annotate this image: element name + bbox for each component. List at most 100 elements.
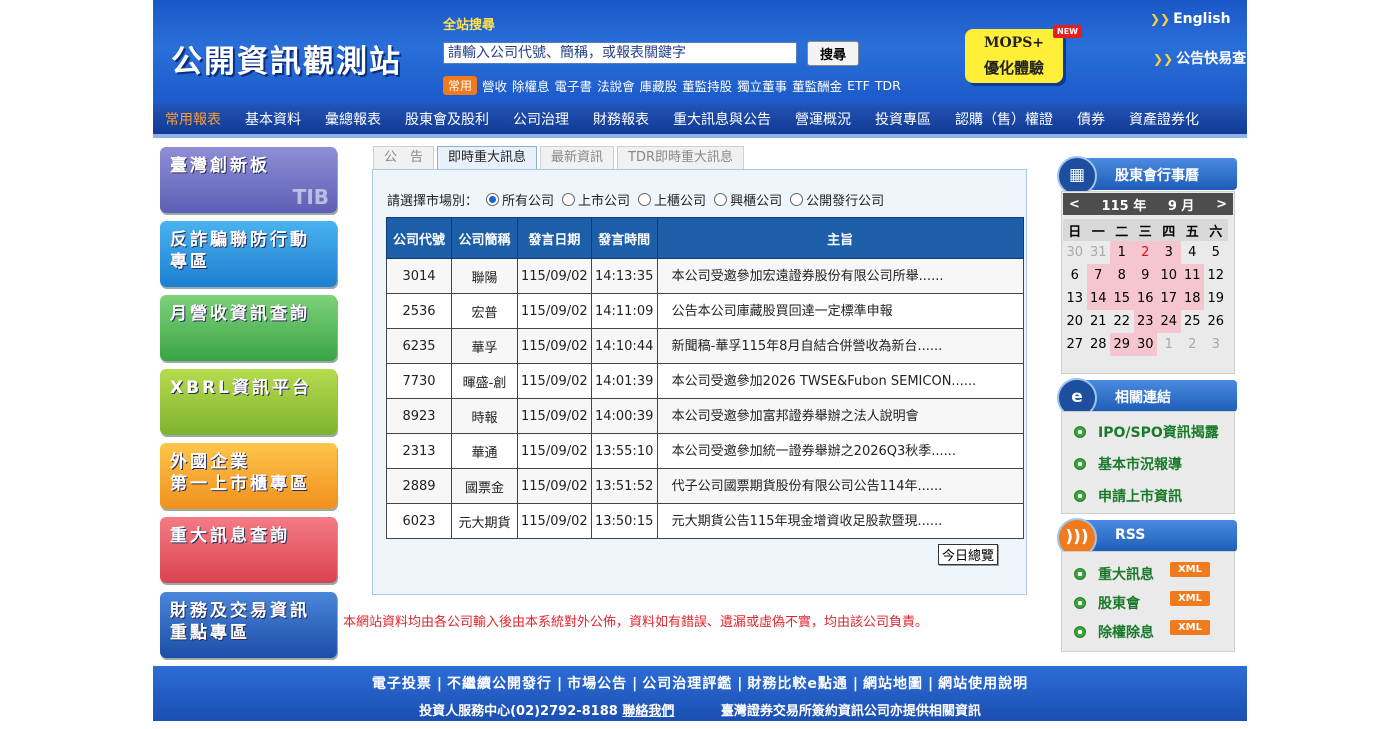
nav-item-10[interactable]: 債券 xyxy=(1065,109,1117,129)
news-subject-link[interactable]: 新聞稿-華孚115年8月自結合併營收為新台...... xyxy=(656,328,1024,364)
calendar-day[interactable]: 3 xyxy=(1157,241,1181,264)
quick-link-7[interactable]: 董監酬金 xyxy=(792,76,842,95)
related-link-0[interactable]: IPO/SPO資訊揭露 xyxy=(1074,422,1219,442)
calendar-day[interactable]: 30 xyxy=(1133,333,1157,356)
market-radio-1[interactable] xyxy=(562,193,576,206)
quick-link-6[interactable]: 獨立董事 xyxy=(737,76,787,95)
banner-3[interactable]: XBRL資訊平台 xyxy=(160,369,337,435)
table-row[interactable]: 2536 宏普 115/09/02 14:11:09 公告本公司庫藏股買回達一定標準申報 xyxy=(386,293,1024,329)
banner-6[interactable]: 財務及交易資訊 重點專區 xyxy=(160,592,337,658)
search-input[interactable] xyxy=(443,42,797,64)
nav-item-1[interactable]: 基本資料 xyxy=(233,109,313,129)
calendar-day[interactable]: 7 xyxy=(1086,264,1110,287)
quick-announce-link[interactable]: ❯❯ 公告快易查 xyxy=(1153,48,1246,68)
rss-link-2[interactable]: 除權除息 xyxy=(1074,622,1154,642)
table-row[interactable]: 6235 華孚 115/09/02 14:10:44 新聞稿-華孚115年8月自結合併營… xyxy=(386,328,1024,364)
xml-feed-button[interactable]: XML xyxy=(1170,620,1210,635)
quick-link-4[interactable]: 庫藏股 xyxy=(640,76,678,95)
quick-link-2[interactable]: 電子書 xyxy=(555,76,593,95)
quick-link-1[interactable]: 除權息 xyxy=(512,76,550,95)
news-subject-link[interactable]: 元大期貨公告115年現金增資收足股款暨現...... xyxy=(656,503,1024,539)
banner-1[interactable]: 反詐騙聯防行動 專區 xyxy=(160,221,337,287)
nav-item-3[interactable]: 股東會及股利 xyxy=(393,109,501,129)
banner-4[interactable]: 外國企業 第一上市櫃專區 xyxy=(160,443,337,509)
banner-2[interactable]: 月營收資訊查詢 xyxy=(160,295,337,361)
mops-plus-button[interactable]: MOPS+ 優化體驗 NEW xyxy=(965,25,1082,83)
calendar-day[interactable]: 1 xyxy=(1110,241,1134,264)
market-radio-2[interactable] xyxy=(638,193,652,206)
nav-item-4[interactable]: 公司治理 xyxy=(501,109,581,129)
news-subject-link[interactable]: 本公司受邀參加2026 TWSE&Fubon SEMICON...... xyxy=(656,363,1024,399)
footer-link-5[interactable]: 網站地圖 xyxy=(863,676,923,692)
footer-link-2[interactable]: 市場公告 xyxy=(567,676,627,692)
calendar-day[interactable]: 16 xyxy=(1133,287,1157,310)
table-cell: 聯陽 xyxy=(451,258,518,294)
today-overview-button[interactable]: 今日總覽 xyxy=(938,544,999,565)
table-cell: 115/09/02 xyxy=(517,503,592,539)
contact-link[interactable]: 聯絡我們 xyxy=(622,704,674,719)
footer-link-6[interactable]: 網站使用說明 xyxy=(938,676,1028,692)
english-link[interactable]: ❯❯ English xyxy=(1150,11,1231,27)
rss-link-0[interactable]: 重大訊息 xyxy=(1074,564,1154,584)
quick-link-8[interactable]: ETF xyxy=(847,78,870,93)
nav-item-5[interactable]: 財務報表 xyxy=(581,109,661,129)
calendar-day[interactable]: 18 xyxy=(1180,287,1204,310)
xml-feed-button[interactable]: XML xyxy=(1170,562,1210,577)
calendar-prev-button[interactable]: < xyxy=(1069,197,1080,212)
nav-item-7[interactable]: 營運概況 xyxy=(783,109,863,129)
calendar-day[interactable]: 15 xyxy=(1110,287,1134,310)
nav-item-8[interactable]: 投資專區 xyxy=(863,109,943,129)
market-radio-4[interactable] xyxy=(790,193,804,206)
green-bullet-icon xyxy=(1074,597,1086,609)
site-logo[interactable]: 公開資訊觀測站 xyxy=(171,36,402,81)
tab-3[interactable]: TDR即時重大訊息 xyxy=(617,146,745,169)
nav-item-6[interactable]: 重大訊息與公告 xyxy=(661,109,783,129)
footer-link-0[interactable]: 電子投票 xyxy=(372,676,432,692)
calendar-day[interactable]: 10 xyxy=(1157,264,1181,287)
table-row[interactable]: 2313 華通 115/09/02 13:55:10 本公司受邀參加統一證券舉辦之202… xyxy=(386,433,1024,469)
rss-link-1[interactable]: 股東會 xyxy=(1074,593,1140,613)
calendar-day[interactable]: 2 xyxy=(1133,241,1157,264)
related-link-1[interactable]: 基本市況報導 xyxy=(1074,454,1182,474)
quick-link-3[interactable]: 法說會 xyxy=(597,76,635,95)
nav-item-0[interactable]: 常用報表 xyxy=(153,109,233,129)
banner-0[interactable]: 臺灣創新板 TIB xyxy=(160,147,337,213)
xml-feed-button[interactable]: XML xyxy=(1170,591,1210,606)
news-subject-link[interactable]: 代子公司國票期貨股份有限公司公告114年...... xyxy=(656,468,1024,504)
nav-item-2[interactable]: 彙總報表 xyxy=(313,109,393,129)
calendar-day[interactable]: 24 xyxy=(1157,310,1181,333)
calendar-next-button[interactable]: > xyxy=(1216,197,1227,212)
table-row[interactable]: 7730 暉盛-創 115/09/02 14:01:39 本公司受邀參加2026 TWS… xyxy=(386,363,1024,399)
table-row[interactable]: 8923 時報 115/09/02 14:00:39 本公司受邀參加富邦證券舉辦之法人說… xyxy=(386,398,1024,434)
table-row[interactable]: 6023 元大期貨 115/09/02 13:50:15 元大期貨公告115年現金增資收… xyxy=(386,503,1024,539)
news-subject-link[interactable]: 本公司受邀參加統一證券舉辦之2026Q3秋季...... xyxy=(656,433,1024,469)
quick-link-5[interactable]: 董監持股 xyxy=(682,76,732,95)
news-subject-link[interactable]: 本公司受邀參加宏遠證券股份有限公司所舉...... xyxy=(656,258,1024,294)
calendar-day[interactable]: 8 xyxy=(1110,264,1134,287)
nav-item-11[interactable]: 資產證券化 xyxy=(1117,109,1211,129)
footer-link-1[interactable]: 不繼續公開發行 xyxy=(447,676,552,692)
table-row[interactable]: 3014 聯陽 115/09/02 14:13:35 本公司受邀參加宏遠證券股份有限公司… xyxy=(386,258,1024,294)
related-link-2[interactable]: 申請上市資訊 xyxy=(1074,486,1182,506)
market-radio-3[interactable] xyxy=(714,193,728,206)
calendar-day[interactable]: 29 xyxy=(1110,333,1134,356)
tab-2[interactable]: 最新資訊 xyxy=(540,146,615,169)
footer-link-4[interactable]: 財務比較e點通 xyxy=(747,676,848,692)
tab-1[interactable]: 即時重大訊息 xyxy=(437,146,538,169)
quick-link-9[interactable]: TDR xyxy=(875,78,901,93)
table-row[interactable]: 2889 國票金 115/09/02 13:51:52 代子公司國票期貨股份有限公司公告… xyxy=(386,468,1024,504)
nav-item-9[interactable]: 認購（售）權證 xyxy=(943,109,1065,129)
tab-0[interactable]: 公 告 xyxy=(373,146,435,169)
market-radio-0[interactable] xyxy=(486,193,500,206)
calendar-day[interactable]: 11 xyxy=(1180,264,1204,287)
calendar-day[interactable]: 9 xyxy=(1133,264,1157,287)
calendar-day[interactable]: 23 xyxy=(1133,310,1157,333)
calendar-day[interactable]: 17 xyxy=(1157,287,1181,310)
calendar-day[interactable]: 14 xyxy=(1086,287,1110,310)
quick-link-0[interactable]: 營收 xyxy=(482,76,507,95)
news-subject-link[interactable]: 公告本公司庫藏股買回達一定標準申報 xyxy=(656,293,1024,329)
news-subject-link[interactable]: 本公司受邀參加富邦證券舉辦之法人說明會 xyxy=(656,398,1024,434)
search-button[interactable]: 搜尋 xyxy=(807,41,859,66)
banner-5[interactable]: 重大訊息查詢 xyxy=(160,517,337,583)
footer-link-3[interactable]: 公司治理評鑑 xyxy=(642,676,732,692)
